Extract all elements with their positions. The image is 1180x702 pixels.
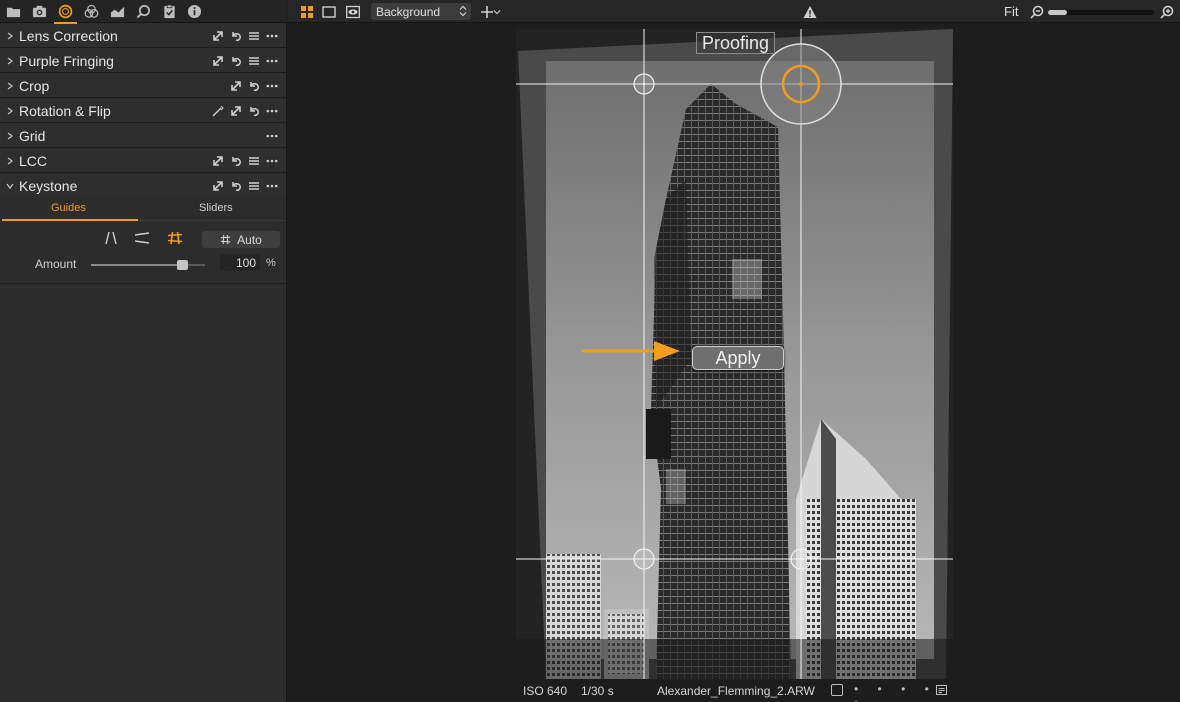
keystone-tool-body: Guides Sliders Auto Amount 100 % — [0, 196, 286, 284]
chevron-right-icon[interactable] — [0, 106, 19, 115]
more-options-icon[interactable] — [265, 179, 278, 192]
more-options-icon[interactable] — [265, 54, 278, 67]
background-style-select[interactable]: Background — [371, 3, 471, 20]
viewer-toolbar: Background Fit — [288, 0, 1180, 23]
file-name: Alexander_Flemming_2.ARW — [657, 684, 815, 698]
multi-view-icon[interactable] — [299, 4, 314, 19]
style-select-value: Background — [376, 4, 441, 19]
orange-arrow-icon — [582, 341, 680, 361]
auto-label: Auto — [237, 232, 262, 247]
reset-icon[interactable] — [229, 154, 242, 167]
amount-label: Amount — [35, 257, 77, 271]
tool-label: Purple Fringing — [19, 52, 114, 69]
copy-apply-icon[interactable] — [211, 179, 224, 192]
active-tab-indicator — [2, 219, 138, 221]
reset-icon[interactable] — [229, 29, 242, 42]
straighten-wand-icon[interactable] — [211, 104, 224, 117]
apply-keystone-button[interactable]: Apply — [692, 346, 784, 370]
select-checkbox[interactable] — [831, 684, 843, 696]
updown-chevron-icon — [459, 5, 467, 17]
tool-panel: Lens Correction Purple Fringing Crop Rot… — [0, 0, 287, 702]
amount-slider-fill — [91, 264, 183, 266]
presets-menu-icon[interactable] — [247, 179, 260, 192]
presets-menu-icon[interactable] — [247, 54, 260, 67]
chevron-right-icon[interactable] — [0, 131, 19, 140]
chevron-down-icon[interactable] — [0, 182, 19, 190]
info-icon[interactable] — [186, 3, 203, 20]
zoom-in-icon[interactable] — [1159, 4, 1174, 19]
tool-label: Crop — [19, 77, 50, 94]
tool-purple-fringing[interactable]: Purple Fringing — [0, 49, 286, 73]
copy-apply-icon[interactable] — [211, 29, 224, 42]
tool-label: Keystone — [19, 177, 78, 194]
chevron-right-icon[interactable] — [0, 31, 19, 40]
chevron-right-icon[interactable] — [0, 81, 19, 90]
proofing-label: Proofing — [696, 32, 776, 54]
chevron-right-icon[interactable] — [0, 156, 19, 165]
folder-icon[interactable] — [5, 3, 22, 20]
keystone-vertical-button[interactable] — [102, 230, 120, 246]
metadata-panel-icon[interactable] — [936, 685, 947, 695]
more-options-icon[interactable] — [265, 154, 278, 167]
tool-label: Grid — [19, 127, 46, 144]
keystone-horizontal-button[interactable] — [133, 230, 151, 246]
reset-icon[interactable] — [229, 179, 242, 192]
lens-icon[interactable] — [54, 3, 77, 24]
reset-icon[interactable] — [229, 54, 242, 67]
shutter-speed-value: 1/30 s — [581, 684, 614, 698]
reset-icon[interactable] — [247, 79, 260, 92]
tool-label: Rotation & Flip — [19, 102, 111, 119]
copy-apply-icon[interactable] — [211, 54, 224, 67]
clipboard-check-icon[interactable] — [161, 3, 178, 20]
keystone-full-button[interactable] — [166, 230, 184, 246]
tool-keystone[interactable]: Keystone — [0, 174, 286, 198]
tool-rotation-flip[interactable]: Rotation & Flip — [0, 99, 286, 123]
tab-divider — [138, 220, 284, 221]
amount-value-field[interactable]: 100 — [220, 254, 260, 271]
amount-unit: % — [266, 257, 276, 269]
iso-value: ISO 640 — [523, 684, 568, 698]
warning-triangle-icon[interactable] — [802, 4, 817, 19]
zoom-slider-fill — [1048, 10, 1068, 15]
more-options-icon[interactable] — [265, 79, 278, 92]
amount-slider[interactable] — [91, 260, 205, 270]
tool-lcc[interactable]: LCC — [0, 149, 286, 173]
image-status-bar: ISO 640 1/30 s Alexander_Flemming_2.ARW … — [516, 679, 953, 702]
copy-apply-icon[interactable] — [229, 79, 242, 92]
more-options-icon[interactable] — [265, 29, 278, 42]
tool-label: Lens Correction — [19, 27, 118, 44]
more-options-icon[interactable] — [265, 104, 278, 117]
keystone-auto-button[interactable]: Auto — [202, 231, 280, 248]
tool-grid[interactable]: Grid — [0, 124, 286, 148]
tool-crop[interactable]: Crop — [0, 74, 286, 98]
chevron-right-icon[interactable] — [0, 56, 19, 65]
more-options-icon[interactable] — [265, 129, 278, 142]
tool-label: LCC — [19, 152, 48, 169]
proof-eye-icon[interactable] — [345, 4, 360, 19]
single-view-icon[interactable] — [321, 4, 336, 19]
zoom-fit-label[interactable]: Fit — [1004, 4, 1018, 19]
exposure-icon[interactable] — [109, 3, 126, 20]
reset-icon[interactable] — [247, 104, 260, 117]
copy-apply-icon[interactable] — [211, 154, 224, 167]
camera-icon[interactable] — [31, 3, 48, 20]
color-circles-icon[interactable] — [83, 3, 100, 20]
tab-sliders[interactable]: Sliders — [199, 202, 233, 214]
presets-menu-icon[interactable] — [247, 154, 260, 167]
tool-tab-bar — [0, 0, 287, 24]
presets-menu-icon[interactable] — [247, 29, 260, 42]
tool-lens-correction[interactable]: Lens Correction — [0, 24, 286, 48]
grid-hash-icon — [221, 234, 231, 245]
amount-slider-thumb[interactable] — [177, 260, 189, 270]
copy-apply-icon[interactable] — [229, 104, 242, 117]
zoom-slider[interactable] — [1048, 10, 1154, 15]
details-search-icon[interactable] — [135, 3, 152, 20]
tab-guides[interactable]: Guides — [51, 202, 86, 214]
zoom-out-icon[interactable] — [1029, 4, 1044, 19]
chevron-down-icon[interactable] — [492, 4, 501, 19]
image-viewer: Proofing Apply ISO 640 1/30 s Alexander_… — [288, 24, 1180, 702]
